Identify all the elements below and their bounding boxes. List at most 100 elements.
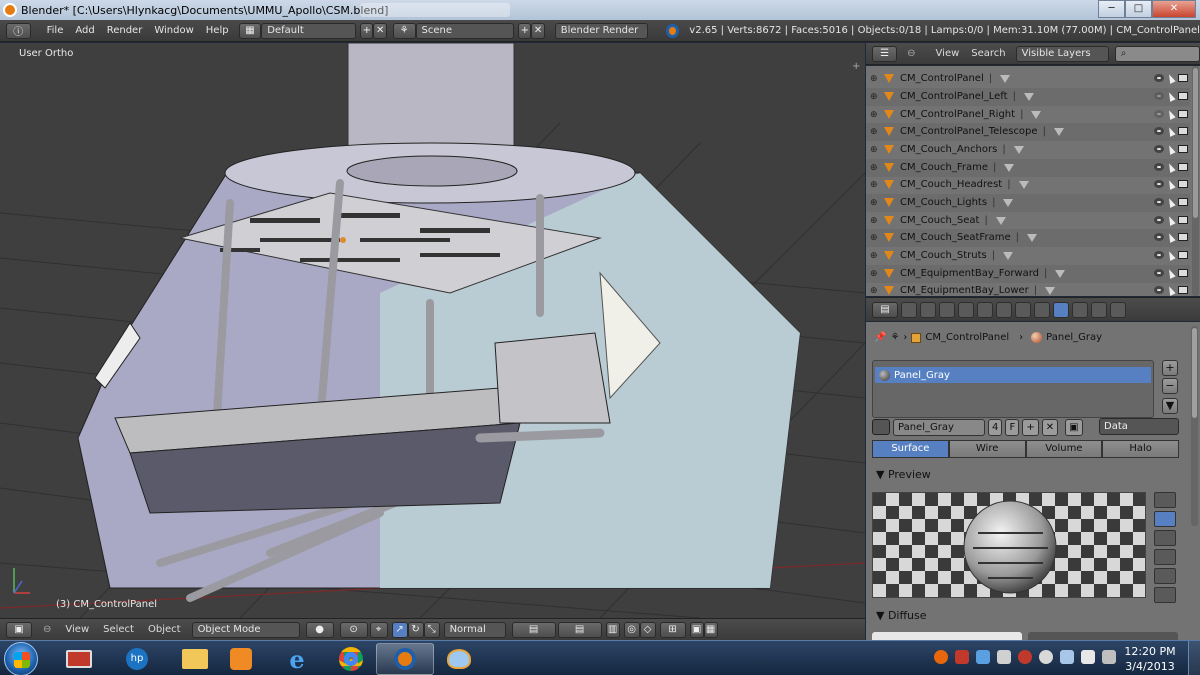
expand-icon[interactable]: ⊕: [870, 269, 880, 279]
visibility-eye-icon[interactable]: [1154, 74, 1164, 83]
tab-halo[interactable]: Halo: [1102, 440, 1179, 458]
expand-icon[interactable]: ⊕: [870, 92, 880, 102]
snap-icon[interactable]: ◇: [639, 621, 656, 638]
editor-type-outliner-icon[interactable]: ☰: [872, 45, 898, 62]
expand-icon[interactable]: ⊕: [870, 286, 880, 296]
snap-element-icon[interactable]: ⊞: [659, 621, 686, 638]
material-context-icon[interactable]: [1053, 301, 1069, 318]
fake-user-toggle[interactable]: F: [1005, 418, 1020, 436]
taskbar-app-media[interactable]: [212, 643, 270, 675]
outliner-item-name[interactable]: CM_Couch_Struts: [900, 250, 987, 261]
maximize-button[interactable]: □: [1125, 0, 1152, 18]
outliner-row[interactable]: ⊕ CM_ControlPanel_Telescope |: [866, 123, 1190, 141]
outliner-row[interactable]: ⊕ CM_ControlPanel |: [866, 70, 1190, 88]
outliner-row[interactable]: ⊕ CM_Couch_Headrest |: [866, 176, 1190, 194]
properties-scrollbar[interactable]: [1191, 326, 1198, 526]
renderability-camera-icon[interactable]: [1178, 92, 1188, 101]
renderability-camera-icon[interactable]: [1178, 74, 1188, 83]
diffuse-shader-dropdown[interactable]: [1028, 632, 1178, 640]
menu-file[interactable]: File: [41, 25, 70, 36]
outliner-row[interactable]: ⊕ CM_Couch_Seat |: [866, 212, 1190, 230]
screen-layout-icon[interactable]: ▦: [238, 22, 262, 39]
renderability-camera-icon[interactable]: [1178, 180, 1188, 189]
selectability-cursor-icon[interactable]: [1166, 285, 1176, 296]
diffuse-panel-title[interactable]: ▼ Diffuse: [876, 609, 927, 622]
material-link-dropdown[interactable]: Data: [1099, 418, 1179, 435]
selectability-cursor-icon[interactable]: [1166, 91, 1176, 103]
outliner-row[interactable]: ⊕ CM_Couch_Lights |: [866, 194, 1190, 212]
properties-scroll-thumb[interactable]: [1192, 328, 1197, 418]
tray-beats-icon[interactable]: [1018, 650, 1032, 664]
scene-context-icon[interactable]: [939, 301, 955, 318]
selectability-cursor-icon[interactable]: [1166, 162, 1176, 174]
close-button[interactable]: ✕: [1152, 0, 1196, 18]
outliner-item-name[interactable]: CM_EquipmentBay_Forward: [900, 268, 1039, 279]
outliner-collapse-icon[interactable]: ⊖: [901, 48, 921, 59]
selectability-cursor-icon[interactable]: [1166, 250, 1176, 262]
layers-grid-1[interactable]: ▤: [511, 621, 556, 638]
outliner-item-name[interactable]: CM_Couch_Headrest: [900, 179, 1002, 190]
tray-device-icon[interactable]: [997, 650, 1011, 664]
visibility-eye-icon[interactable]: [1154, 145, 1164, 154]
outliner-menu-view[interactable]: View: [930, 48, 966, 59]
outliner-item-name[interactable]: CM_ControlPanel_Telescope: [900, 126, 1038, 137]
preview-panel-title[interactable]: ▼ Preview: [876, 468, 931, 481]
menu-add[interactable]: Add: [69, 25, 100, 36]
add-slot-button[interactable]: +: [1162, 360, 1178, 376]
toolshelf-toggle-icon[interactable]: +: [852, 61, 860, 72]
outliner-menu-search[interactable]: Search: [965, 48, 1011, 59]
menu-select[interactable]: Select: [96, 624, 141, 635]
tray-action-center-icon[interactable]: [1102, 650, 1116, 664]
preview-monkey-icon[interactable]: [1154, 549, 1176, 565]
outliner-search-input[interactable]: ⌕: [1114, 45, 1200, 62]
tab-surface[interactable]: Surface: [872, 440, 949, 458]
expand-icon[interactable]: ⊕: [870, 127, 880, 137]
tray-network-share-icon[interactable]: [976, 650, 990, 664]
collapse-menu-icon[interactable]: ⊖: [36, 624, 58, 635]
lock-layers-icon[interactable]: ▥: [605, 621, 620, 638]
menu-help[interactable]: Help: [200, 25, 235, 36]
proportional-edit-icon[interactable]: ◎: [623, 621, 640, 638]
pin-icon[interactable]: 📌: [874, 332, 886, 343]
preview-hair-icon[interactable]: [1154, 568, 1176, 584]
tab-wire[interactable]: Wire: [948, 440, 1026, 458]
selectability-cursor-icon[interactable]: [1166, 179, 1176, 191]
renderability-camera-icon[interactable]: [1178, 286, 1188, 295]
outliner-row[interactable]: ⊕ CM_Couch_Frame |: [866, 159, 1190, 177]
selectability-cursor-icon[interactable]: [1166, 268, 1176, 280]
modifiers-context-icon[interactable]: [1015, 301, 1031, 318]
visibility-eye-icon[interactable]: [1154, 180, 1164, 189]
visibility-eye-icon[interactable]: [1154, 127, 1164, 136]
selectability-cursor-icon[interactable]: [1166, 215, 1176, 227]
renderability-camera-icon[interactable]: [1178, 163, 1188, 172]
browse-material-icon[interactable]: [872, 419, 890, 435]
unlink-material-icon[interactable]: ✕: [1041, 418, 1059, 436]
outliner-row[interactable]: ⊕ CM_Couch_Anchors |: [866, 141, 1190, 159]
tray-volume-icon[interactable]: [1039, 650, 1053, 664]
outliner-item-name[interactable]: CM_Couch_Lights: [900, 197, 987, 208]
menu-window[interactable]: Window: [148, 25, 199, 36]
diffuse-color-swatch[interactable]: [872, 632, 1022, 640]
editor-type-3d-icon[interactable]: ▣: [6, 621, 32, 638]
outliner-item-name[interactable]: CM_ControlPanel_Right: [900, 109, 1015, 120]
outliner-item-name[interactable]: CM_ControlPanel: [900, 73, 984, 84]
selectability-cursor-icon[interactable]: [1166, 73, 1176, 85]
selectability-cursor-icon[interactable]: [1166, 197, 1176, 209]
outliner-row[interactable]: ⊕ CM_EquipmentBay_Forward |: [866, 265, 1190, 283]
visibility-eye-icon[interactable]: [1154, 216, 1164, 225]
world-context-icon[interactable]: [958, 301, 974, 318]
renderability-camera-icon[interactable]: [1178, 110, 1188, 119]
expand-icon[interactable]: ⊕: [870, 198, 880, 208]
material-slot-list[interactable]: Panel_Gray: [872, 360, 1154, 418]
selectability-cursor-icon[interactable]: [1166, 126, 1176, 138]
3d-viewport[interactable]: User Ortho (3) CM_ControlPanel +: [0, 43, 865, 618]
screen-layout-field[interactable]: Default: [261, 22, 357, 39]
outliner-row[interactable]: ⊕ CM_Couch_SeatFrame |: [866, 229, 1190, 247]
new-material-icon[interactable]: +: [1022, 418, 1039, 436]
mode-dropdown[interactable]: Object Mode: [191, 621, 300, 638]
outliner-item-name[interactable]: CM_EquipmentBay_Lower: [900, 285, 1029, 296]
expand-icon[interactable]: ⊕: [870, 74, 880, 84]
selectability-cursor-icon[interactable]: [1166, 232, 1176, 244]
taskbar-app-computer[interactable]: [50, 643, 108, 675]
delete-scene-icon[interactable]: ✕: [531, 22, 545, 39]
